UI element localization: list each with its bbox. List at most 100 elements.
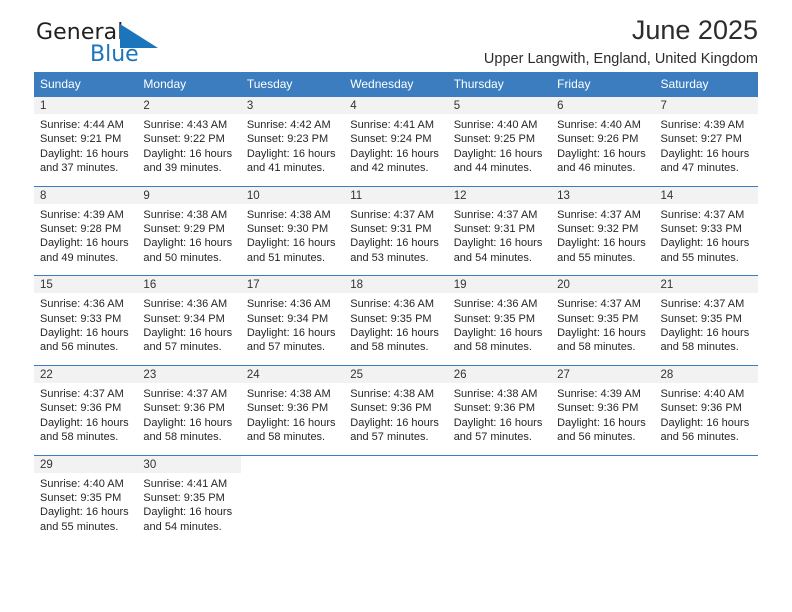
day-details: Sunrise: 4:38 AM Sunset: 9:30 PM Daylight:… [241,204,344,276]
day-number [240,455,345,473]
day-details: Sunrise: 4:37 AM Sunset: 9:32 PM Daylight:… [551,204,654,276]
sunset-time: Sunset: 9:35 PM [350,312,432,325]
calendar-day-cell[interactable]: 20 Sunrise: 4:37 AM Sunset: 9:35 PM Dayligh… [551,275,655,366]
calendar-day-cell[interactable]: 23 Sunrise: 4:37 AM Sunset: 9:36 PM Dayligh… [137,364,241,455]
calendar-day-cell[interactable]: 28 Sunrise: 4:40 AM Sunset: 9:36 PM Dayligh… [654,364,758,455]
calendar-day-cell[interactable]: 19 Sunrise: 4:36 AM Sunset: 9:35 PM Dayligh… [447,275,552,366]
sunrise-time: Sunrise: 4:36 AM [143,298,228,311]
calendar-day-cell[interactable]: 13 Sunrise: 4:37 AM Sunset: 9:32 PM Dayligh… [551,185,655,276]
sunset-time: Sunset: 9:29 PM [143,223,225,236]
day-number: 12 [447,186,552,204]
calendar-day-cell[interactable]: 27 Sunrise: 4:39 AM Sunset: 9:36 PM Dayligh… [551,364,655,455]
calendar-day-cell[interactable]: 6 Sunrise: 4:40 AM Sunset: 9:26 PM Daylight… [551,96,655,187]
daylight-duration-line1: Daylight: 16 hours [143,506,233,519]
day-details: Sunrise: 4:37 AM Sunset: 9:35 PM Daylight:… [655,293,758,365]
sunrise-time: Sunrise: 4:38 AM [453,387,538,400]
daylight-duration-line2: and 39 minutes. [143,162,222,175]
sunrise-time: Sunrise: 4:37 AM [557,298,641,311]
sunrise-time: Sunrise: 4:44 AM [40,119,124,131]
day-number: 25 [344,365,448,383]
daylight-duration-line1: Daylight: 16 hours [557,237,646,250]
sunrise-time: Sunrise: 4:43 AM [143,119,228,131]
calendar-day-cell-empty [344,454,448,545]
calendar-day-cell[interactable]: 12 Sunrise: 4:37 AM Sunset: 9:31 PM Dayligh… [447,185,552,276]
daylight-duration-line2: and 58 minutes. [557,341,636,354]
calendar-day-cell[interactable]: 15 Sunrise: 4:36 AM Sunset: 9:33 PM Dayligh… [34,275,138,366]
calendar-day-cell[interactable]: 11 Sunrise: 4:37 AM Sunset: 9:31 PM Dayligh… [344,185,448,276]
sunset-time: Sunset: 9:31 PM [453,223,536,236]
sunset-time: Sunset: 9:36 PM [660,402,742,415]
daylight-duration-line2: and 56 minutes. [557,431,636,444]
day-number: 30 [137,455,241,473]
sunset-time: Sunset: 9:36 PM [143,402,225,415]
calendar-day-cell[interactable]: 22 Sunrise: 4:37 AM Sunset: 9:36 PM Dayligh… [34,364,138,455]
day-details: Sunrise: 4:36 AM Sunset: 9:35 PM Daylight:… [344,293,447,365]
sunset-time: Sunset: 9:31 PM [350,223,432,236]
calendar-day-cell[interactable]: 30 Sunrise: 4:41 AM Sunset: 9:35 PM Dayligh… [137,454,241,545]
calendar-week-row: 15 Sunrise: 4:36 AM Sunset: 9:33 PM Dayligh… [34,275,758,366]
calendar-day-cell[interactable]: 18 Sunrise: 4:36 AM Sunset: 9:35 PM Dayligh… [344,275,448,366]
sunrise-time: Sunrise: 4:38 AM [246,208,331,221]
general-blue-logo[interactable]: General Blue [34,20,164,72]
day-details: Sunrise: 4:40 AM Sunset: 9:26 PM Daylight:… [551,114,654,186]
daylight-duration-line2: and 49 minutes. [40,251,119,264]
weekday-header-friday: Friday [551,72,655,97]
calendar-day-cell[interactable]: 5 Sunrise: 4:40 AM Sunset: 9:25 PM Daylight… [447,96,552,187]
page-title: June 2025 [631,15,758,45]
calendar-day-cell[interactable]: 10 Sunrise: 4:38 AM Sunset: 9:30 PM Dayligh… [240,185,345,276]
sunrise-time: Sunrise: 4:37 AM [453,208,538,221]
sunset-time: Sunset: 9:24 PM [350,133,432,146]
day-number: 6 [551,97,655,114]
day-details: Sunrise: 4:40 AM Sunset: 9:25 PM Daylight:… [448,114,551,186]
calendar-day-cell[interactable]: 7 Sunrise: 4:39 AM Sunset: 9:27 PM Daylight… [654,96,758,187]
calendar-day-cell[interactable]: 4 Sunrise: 4:41 AM Sunset: 9:24 PM Daylight… [344,96,448,187]
calendar-week-row: 22 Sunrise: 4:37 AM Sunset: 9:36 PM Dayligh… [34,364,758,455]
weekday-header-sunday: Sunday [34,72,138,97]
calendar-week-row: 29 Sunrise: 4:40 AM Sunset: 9:35 PM Dayligh… [34,454,758,545]
calendar-day-cell[interactable]: 2 Sunrise: 4:43 AM Sunset: 9:22 PM Daylight… [137,96,241,187]
calendar-day-cell[interactable]: 1 Sunrise: 4:44 AM Sunset: 9:21 PM Daylight… [34,96,138,187]
daylight-duration-line2: and 58 minutes. [453,341,532,354]
calendar-day-cell[interactable]: 25 Sunrise: 4:38 AM Sunset: 9:36 PM Dayligh… [344,364,448,455]
day-details: Sunrise: 4:36 AM Sunset: 9:34 PM Daylight:… [241,293,344,365]
sunrise-time: Sunrise: 4:39 AM [660,119,745,131]
daylight-duration-line1: Daylight: 16 hours [453,416,543,429]
sunrise-time: Sunrise: 4:36 AM [246,298,331,311]
calendar-day-cell[interactable]: 26 Sunrise: 4:38 AM Sunset: 9:36 PM Dayligh… [447,364,552,455]
day-details: Sunrise: 4:37 AM Sunset: 9:33 PM Daylight:… [655,204,758,276]
day-details: Sunrise: 4:40 AM Sunset: 9:36 PM Daylight:… [655,383,758,455]
daylight-duration-line1: Daylight: 16 hours [453,237,543,250]
day-number [447,455,552,473]
day-details [241,473,344,541]
calendar-day-cell[interactable]: 8 Sunrise: 4:39 AM Sunset: 9:28 PM Daylight… [34,185,138,276]
daylight-duration-line2: and 46 minutes. [557,162,636,175]
daylight-duration-line1: Daylight: 16 hours [143,416,233,429]
daylight-duration-line1: Daylight: 16 hours [40,147,129,160]
calendar-day-cell[interactable]: 17 Sunrise: 4:36 AM Sunset: 9:34 PM Dayligh… [240,275,345,366]
calendar-day-cell[interactable]: 14 Sunrise: 4:37 AM Sunset: 9:33 PM Dayligh… [654,185,758,276]
sunrise-time: Sunrise: 4:36 AM [350,298,435,311]
day-details: Sunrise: 4:36 AM Sunset: 9:33 PM Daylight:… [34,293,137,365]
calendar-day-cell[interactable]: 3 Sunrise: 4:42 AM Sunset: 9:23 PM Daylight… [240,96,345,187]
daylight-duration-line2: and 54 minutes. [453,251,532,264]
calendar-day-cell[interactable]: 24 Sunrise: 4:38 AM Sunset: 9:36 PM Dayligh… [240,364,345,455]
sunrise-time: Sunrise: 4:39 AM [40,208,124,221]
sunrise-time: Sunrise: 4:41 AM [143,477,228,490]
calendar-day-cell[interactable]: 21 Sunrise: 4:37 AM Sunset: 9:35 PM Dayligh… [654,275,758,366]
sunrise-time: Sunrise: 4:38 AM [350,387,435,400]
sunrise-time: Sunrise: 4:40 AM [660,387,745,400]
calendar-day-cell[interactable]: 16 Sunrise: 4:36 AM Sunset: 9:34 PM Dayligh… [137,275,241,366]
sunrise-time: Sunrise: 4:42 AM [246,119,331,131]
daylight-duration-line2: and 47 minutes. [660,162,739,175]
daylight-duration-line1: Daylight: 16 hours [660,327,750,340]
day-number: 18 [344,276,448,294]
sunset-time: Sunset: 9:26 PM [557,133,639,146]
calendar-day-cell[interactable]: 9 Sunrise: 4:38 AM Sunset: 9:29 PM Daylight… [137,185,241,276]
day-details: Sunrise: 4:37 AM Sunset: 9:35 PM Daylight:… [551,293,654,365]
daylight-duration-line2: and 56 minutes. [40,341,119,354]
sunset-time: Sunset: 9:35 PM [557,312,639,325]
daylight-duration-line1: Daylight: 16 hours [40,416,129,429]
daylight-duration-line1: Daylight: 16 hours [350,416,439,429]
sunrise-time: Sunrise: 4:40 AM [40,477,124,490]
calendar-day-cell[interactable]: 29 Sunrise: 4:40 AM Sunset: 9:35 PM Dayligh… [34,454,138,545]
